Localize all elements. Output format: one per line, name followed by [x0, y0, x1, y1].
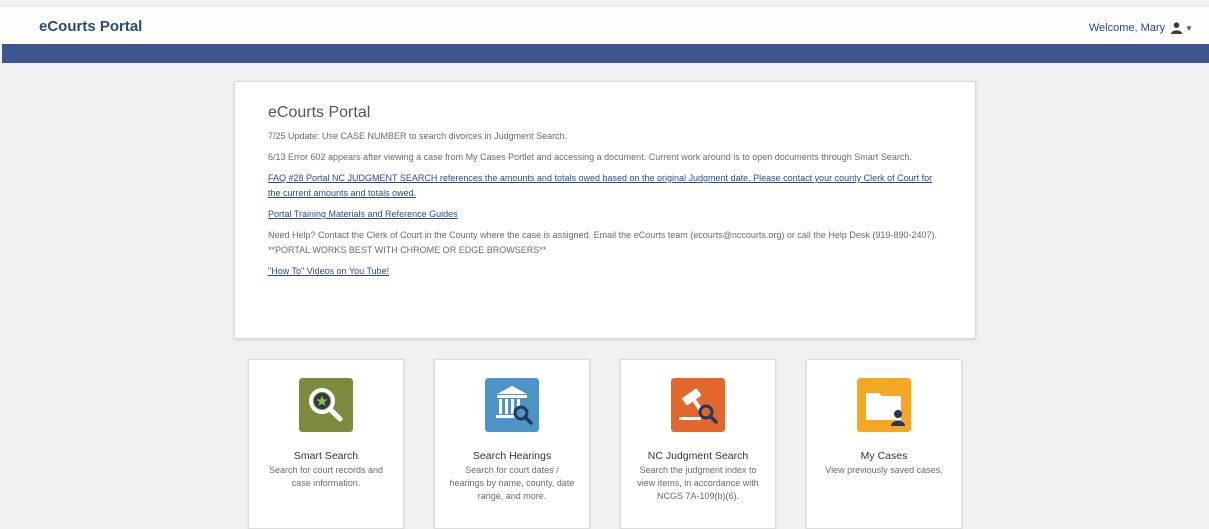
error-note: 6/13 Error 602 appears after viewing a c…	[268, 152, 912, 162]
gavel-icon	[671, 378, 725, 432]
help-text: Need Help? Contact the Clerk of Court in…	[268, 230, 937, 255]
how-to-videos-link[interactable]: "How To" Videos on You Tube!	[268, 264, 943, 279]
user-icon	[1171, 22, 1183, 34]
magnifier-icon	[299, 378, 353, 432]
chevron-down-icon: ▼	[1185, 23, 1193, 33]
panel-title: eCourts Portal	[268, 104, 371, 121]
search-hearings-tile[interactable]: Search Hearings Search for court dates /…	[434, 359, 590, 529]
nc-judgment-search-tile[interactable]: NC Judgment Search Search the judgment i…	[620, 359, 776, 529]
courthouse-icon	[485, 378, 539, 432]
tile-description: Search for court dates / hearings by nam…	[449, 465, 575, 501]
tile-description: Search the judgment index to view items,…	[637, 465, 759, 501]
tile-title: NC Judgment Search	[647, 450, 749, 462]
tile-title: My Cases	[860, 450, 908, 462]
my-cases-tile[interactable]: My Cases View previously saved cases.	[806, 359, 962, 529]
user-menu[interactable]: Welcome, Mary ▼	[1089, 22, 1193, 34]
tile-description: Search for court records and case inform…	[268, 465, 384, 488]
tile-title: Search Hearings	[472, 450, 552, 462]
header-band	[2, 44, 1209, 63]
tile-description: View previously saved cases.	[825, 465, 943, 475]
top-navbar: eCourts Portal Welcome, Mary ▼	[0, 6, 1209, 45]
tile-title: Smart Search	[293, 450, 359, 462]
announcements-panel: eCourts Portal 7/25 Update: Use CASE NUM…	[234, 81, 976, 339]
folder-user-icon	[857, 378, 911, 432]
welcome-text: Welcome, Mary	[1088, 22, 1166, 34]
smart-search-tile[interactable]: Smart Search Search for court records an…	[248, 359, 404, 529]
training-materials-link[interactable]: Portal Training Materials and Reference …	[268, 207, 943, 222]
brand-title[interactable]: eCourts Portal	[39, 18, 142, 35]
update-note: 7/25 Update: Use CASE NUMBER to search d…	[268, 131, 568, 141]
faq-link[interactable]: FAQ #28 Portal NC JUDGMENT SEARCH refere…	[268, 171, 943, 201]
